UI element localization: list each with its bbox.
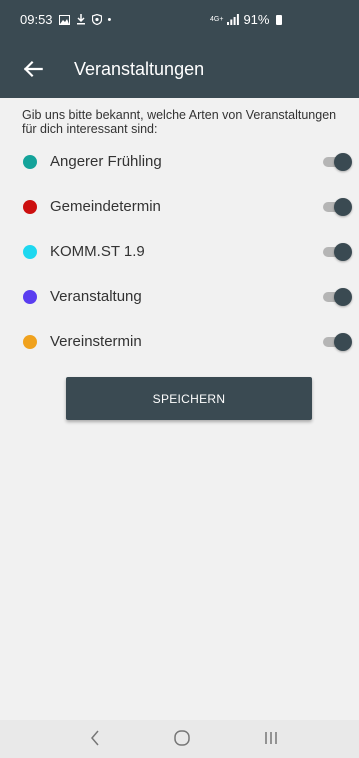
category-toggle[interactable] bbox=[323, 243, 353, 261]
app-bar: Veranstaltungen bbox=[0, 40, 359, 98]
category-toggle[interactable] bbox=[323, 333, 353, 351]
category-row-komm-st[interactable]: KOMM.ST 1.9 bbox=[0, 238, 359, 283]
category-row-vereinstermin[interactable]: Vereinstermin bbox=[0, 328, 359, 373]
shield-icon bbox=[91, 14, 102, 25]
save-button[interactable]: SPEICHERN bbox=[66, 377, 312, 420]
battery-icon bbox=[276, 14, 283, 25]
category-label: Veranstaltung bbox=[50, 288, 142, 305]
intro-text: Gib uns bitte bekannt, welche Arten von … bbox=[22, 108, 337, 136]
category-toggle[interactable] bbox=[323, 198, 353, 216]
category-label: Vereinstermin bbox=[50, 333, 142, 350]
category-row-veranstaltung[interactable]: Veranstaltung bbox=[0, 283, 359, 328]
download-icon bbox=[76, 14, 85, 25]
category-color-dot bbox=[23, 290, 37, 304]
category-label: Gemeindetermin bbox=[50, 198, 161, 215]
status-time: 09:53 bbox=[20, 12, 53, 27]
category-color-dot bbox=[23, 200, 37, 214]
category-row-gemeindetermin[interactable]: Gemeindetermin bbox=[0, 193, 359, 238]
status-bar: 09:53 • 4G+ 91% bbox=[0, 0, 359, 40]
network-type: 4G+ bbox=[210, 16, 224, 23]
home-circle-icon[interactable] bbox=[172, 728, 192, 748]
category-toggle[interactable] bbox=[323, 153, 353, 171]
status-right: 4G+ 91% bbox=[210, 12, 283, 27]
system-nav-bar bbox=[0, 720, 359, 758]
category-color-dot bbox=[23, 155, 37, 169]
battery-percent: 91% bbox=[243, 12, 270, 27]
category-toggle[interactable] bbox=[323, 288, 353, 306]
chevron-left-icon[interactable] bbox=[88, 728, 102, 748]
gallery-icon bbox=[58, 14, 70, 25]
dot-icon: • bbox=[107, 13, 112, 26]
signal-icon bbox=[227, 14, 240, 25]
category-color-dot bbox=[23, 245, 37, 259]
page-title: Veranstaltungen bbox=[74, 59, 205, 79]
category-label: Angerer Frühling bbox=[50, 153, 162, 170]
recents-icon[interactable] bbox=[262, 728, 280, 748]
category-row-angerer-fruehling[interactable]: Angerer Frühling bbox=[0, 148, 359, 193]
status-left: 09:53 • bbox=[20, 12, 111, 27]
category-color-dot bbox=[23, 335, 37, 349]
category-label: KOMM.ST 1.9 bbox=[50, 243, 145, 260]
category-list: Angerer Frühling Gemeindetermin KOMM.ST … bbox=[0, 148, 359, 373]
arrow-left-icon[interactable] bbox=[20, 56, 46, 82]
